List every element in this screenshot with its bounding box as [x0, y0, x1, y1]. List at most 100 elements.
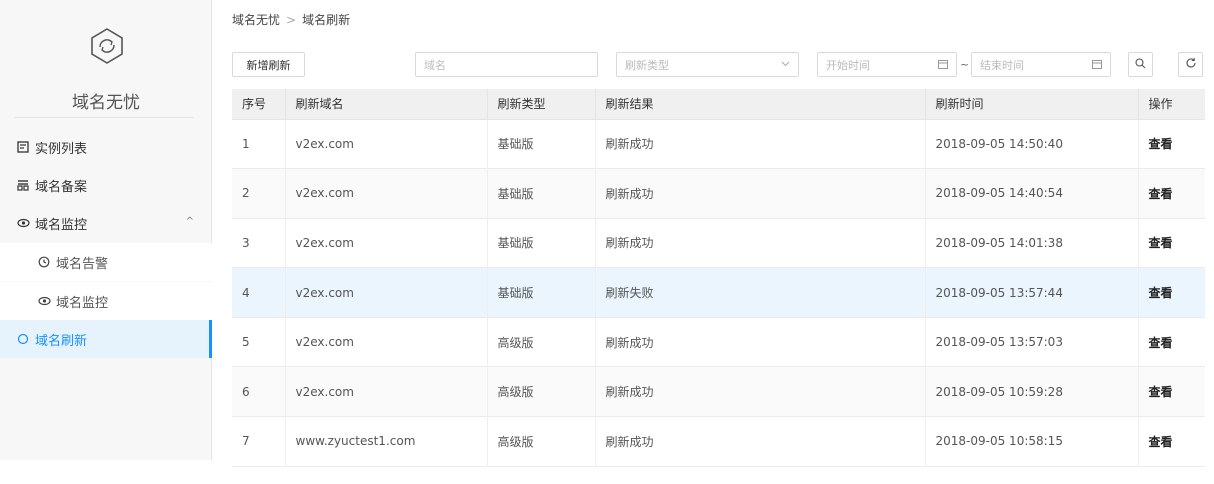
cell-domain: v2ex.com [285, 119, 488, 169]
sidebar-item-domain-monitor-group[interactable]: 域名监控 ^ [0, 204, 212, 242]
start-time-placeholder: 开始时间 [826, 58, 870, 72]
sidebar-item-instance-list[interactable]: 实例列表 [0, 128, 212, 166]
reload-icon [1185, 57, 1197, 72]
cell-type: 基础版 [487, 218, 596, 268]
sidebar-item-label: 域名监控 [35, 217, 88, 233]
refresh-type-select[interactable]: 刷新类型 [616, 52, 799, 77]
cell-no: 3 [232, 218, 286, 268]
cell-domain: v2ex.com [285, 267, 488, 318]
column-header: 刷新结果 [595, 89, 926, 120]
reload-button[interactable] [1178, 52, 1203, 77]
cell-type: 基础版 [487, 119, 596, 169]
breadcrumb-root[interactable]: 域名无忧 [232, 13, 280, 27]
cell-domain: v2ex.com [285, 168, 488, 219]
eye-icon [37, 294, 51, 308]
calendar-icon [938, 59, 948, 72]
cell-result: 刷新成功 [595, 119, 926, 169]
column-header: 序号 [232, 89, 286, 120]
breadcrumb-separator: > [286, 13, 297, 27]
divider [14, 117, 194, 118]
list-icon [16, 140, 30, 154]
start-time-picker[interactable]: 开始时间 [817, 52, 957, 77]
cell-result: 刷新成功 [595, 366, 926, 417]
table-row: 4 v2ex.com 基础版 刷新失败 2018-09-05 13:57:44 … [232, 267, 1205, 318]
refresh-type-placeholder: 刷新类型 [625, 58, 669, 72]
cell-time: 2018-09-05 14:50:40 [925, 119, 1139, 169]
view-link[interactable]: 查看 [1138, 417, 1205, 467]
cell-time: 2018-09-05 10:59:28 [925, 366, 1139, 417]
table-row: 1 v2ex.com 基础版 刷新成功 2018-09-05 14:50:40 … [232, 119, 1205, 169]
eye-icon [16, 216, 30, 230]
end-time-placeholder: 结束时间 [980, 58, 1024, 72]
cell-domain: v2ex.com [285, 366, 488, 417]
record-icon [16, 178, 30, 192]
calendar-icon [1092, 59, 1102, 72]
table-row: 7 www.zyuctest1.com 高级版 刷新成功 2018-09-05 … [232, 416, 1205, 467]
cell-result: 刷新成功 [595, 416, 926, 467]
cell-type: 高级版 [487, 317, 596, 367]
cell-result: 刷新成功 [595, 218, 926, 268]
logo-icon [91, 28, 123, 64]
breadcrumb-current: 域名刷新 [302, 13, 351, 27]
view-link[interactable]: 查看 [1138, 317, 1205, 367]
view-link[interactable]: 查看 [1138, 119, 1205, 169]
cell-result: 刷新成功 [595, 168, 926, 219]
end-time-picker[interactable]: 结束时间 [971, 52, 1111, 77]
view-link[interactable]: 查看 [1138, 367, 1205, 417]
chevron-up-icon: ^ [185, 216, 194, 227]
sidebar: 域名无忧 实例列表 域名备案 域名监控 ^ 域名告警 域名监控 域名刷新 [0, 0, 212, 460]
view-link[interactable]: 查看 [1138, 218, 1205, 268]
cell-result: 刷新失败 [595, 267, 926, 318]
sidebar-item-label: 实例列表 [35, 141, 88, 157]
column-header: 刷新类型 [487, 89, 596, 120]
cell-no: 1 [232, 119, 286, 169]
search-button[interactable] [1128, 52, 1153, 77]
sidebar-item-label: 域名刷新 [35, 333, 88, 349]
cell-no: 7 [232, 416, 286, 467]
cell-domain: v2ex.com [285, 317, 488, 367]
cell-time: 2018-09-05 13:57:03 [925, 317, 1139, 367]
cell-no: 2 [232, 168, 286, 219]
cell-no: 5 [232, 317, 286, 367]
view-link[interactable]: 查看 [1138, 169, 1205, 219]
cell-type: 基础版 [487, 168, 596, 219]
cell-no: 6 [232, 366, 286, 417]
brand-title: 域名无忧 [72, 93, 140, 113]
sidebar-item-label: 域名备案 [35, 179, 88, 195]
column-header: 刷新域名 [285, 89, 488, 120]
search-icon [1135, 57, 1146, 72]
refresh-icon [16, 332, 30, 346]
column-header: 操作 [1138, 89, 1205, 120]
cell-domain: v2ex.com [285, 218, 488, 268]
filter-toolbar: 新增刷新 域名 刷新类型 开始时间 ~ 结束时间 [232, 52, 1212, 77]
cell-no: 4 [232, 267, 286, 318]
add-refresh-button[interactable]: 新增刷新 [232, 52, 305, 77]
cell-time: 2018-09-05 14:40:54 [925, 168, 1139, 219]
table-row: 3 v2ex.com 基础版 刷新成功 2018-09-05 14:01:38 … [232, 218, 1205, 268]
chevron-down-icon [781, 59, 790, 70]
sidebar-item-domain-monitor[interactable]: 域名监控 [0, 282, 212, 320]
range-separator: ~ [960, 58, 970, 71]
cell-time: 2018-09-05 14:01:38 [925, 218, 1139, 268]
sidebar-item-label: 域名监控 [56, 295, 109, 311]
cell-type: 高级版 [487, 416, 596, 467]
breadcrumb: 域名无忧 > 域名刷新 [232, 11, 350, 28]
domain-input[interactable]: 域名 [415, 52, 598, 77]
cell-domain: www.zyuctest1.com [285, 416, 488, 467]
cell-time: 2018-09-05 10:58:15 [925, 416, 1139, 467]
table-row: 5 v2ex.com 高级版 刷新成功 2018-09-05 13:57:03 … [232, 317, 1205, 367]
column-header: 刷新时间 [925, 89, 1139, 120]
domain-input-placeholder: 域名 [424, 58, 446, 72]
sidebar-item-domain-alert[interactable]: 域名告警 [0, 243, 212, 281]
cell-time: 2018-09-05 13:57:44 [925, 267, 1139, 318]
table-row: 2 v2ex.com 基础版 刷新成功 2018-09-05 14:40:54 … [232, 168, 1205, 219]
table-row: 6 v2ex.com 高级版 刷新成功 2018-09-05 10:59:28 … [232, 366, 1205, 417]
clock-icon [37, 255, 51, 269]
sidebar-item-domain-record[interactable]: 域名备案 [0, 166, 212, 204]
view-link[interactable]: 查看 [1138, 268, 1205, 318]
cell-result: 刷新成功 [595, 317, 926, 367]
cell-type: 基础版 [487, 267, 596, 318]
sidebar-item-label: 域名告警 [56, 256, 109, 272]
sidebar-item-domain-refresh[interactable]: 域名刷新 [0, 320, 212, 358]
refresh-table: 序号 刷新域名 刷新类型 刷新结果 刷新时间 操作 1 v2ex.com 基础版… [232, 89, 1205, 467]
